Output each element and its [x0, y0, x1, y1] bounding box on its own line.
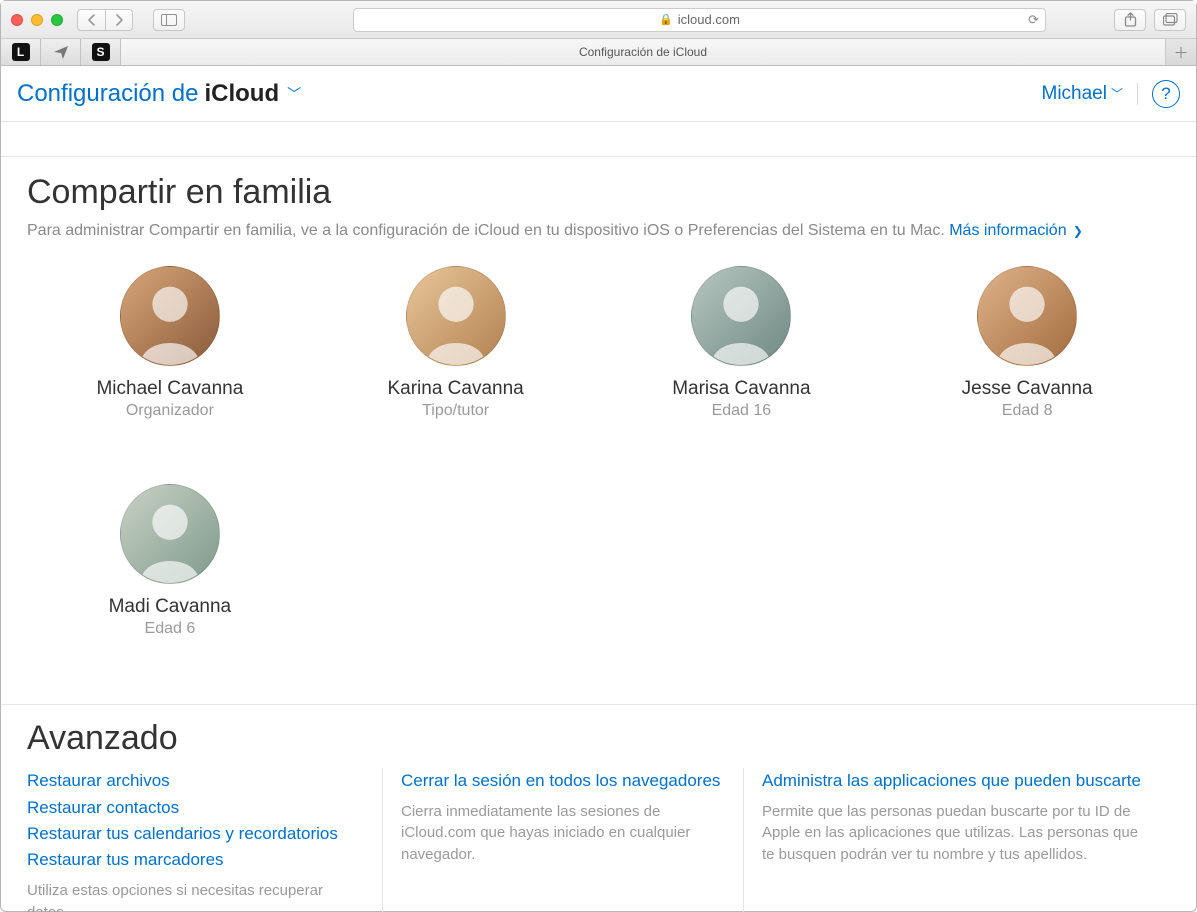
url-bar[interactable]: 🔒 icloud.com ⟳: [353, 8, 1046, 32]
pinned-tab-icon: L: [12, 43, 30, 61]
nav-arrows: [77, 9, 133, 31]
pinned-tab-icon: S: [92, 43, 110, 61]
member-name: Madi Cavanna: [109, 596, 232, 618]
chevron-down-icon: ﹀: [287, 84, 301, 104]
advanced-col-signout: Cerrar la sesión en todos los navegadore…: [383, 768, 743, 912]
member-role: Organizador: [126, 402, 214, 420]
reload-button[interactable]: ⟳: [1028, 12, 1039, 28]
window-controls: [11, 14, 63, 26]
header-spacer: [1, 122, 1196, 157]
advanced-col-lookup: Administra las applicaciones que pueden …: [744, 768, 1170, 912]
manage-lookup-apps-link[interactable]: Administra las applicaciones que pueden …: [762, 768, 1152, 794]
active-tab[interactable]: Configuración de iCloud: [121, 39, 1166, 65]
icloud-header: Configuración de iCloud ﹀ Michael ﹀ ?: [1, 66, 1196, 122]
family-member[interactable]: Jesse Cavanna Edad 8: [884, 266, 1170, 420]
content: Compartir en familia Para administrar Co…: [1, 173, 1196, 698]
divider: [1137, 83, 1138, 105]
member-name: Jesse Cavanna: [962, 378, 1093, 400]
more-info-link[interactable]: Más información ❯: [949, 222, 1083, 239]
family-subtitle-text: Para administrar Compartir en familia, v…: [27, 222, 949, 239]
share-button[interactable]: [1114, 9, 1146, 31]
family-member[interactable]: Madi Cavanna Edad 6: [27, 484, 313, 638]
chevron-right-icon: [114, 14, 124, 26]
url-host: icloud.com: [678, 12, 740, 27]
restore-calendars-link[interactable]: Restaurar tus calendarios y recordatorio…: [27, 821, 364, 847]
advanced-col-restore: Restaurar archivos Restaurar contactos R…: [27, 768, 382, 912]
user-menu-area: Michael ﹀ ?: [1042, 80, 1181, 108]
breadcrumb-prefix: Configuración de: [17, 80, 198, 108]
sidebar-icon: [161, 14, 177, 26]
family-section-subtitle: Para administrar Compartir en familia, v…: [27, 220, 1170, 242]
tabs-overview-button[interactable]: [1154, 9, 1186, 31]
tabs-icon: [1163, 13, 1178, 26]
advanced-title: Avanzado: [27, 719, 1170, 758]
breadcrumb-app: iCloud: [204, 80, 279, 108]
lookup-desc: Permite que las personas puedan buscarte…: [762, 801, 1152, 866]
member-name: Karina Cavanna: [387, 378, 523, 400]
chevron-right-icon: ❯: [1070, 224, 1083, 238]
avatar: [406, 266, 506, 366]
close-window-button[interactable]: [11, 14, 23, 26]
signout-desc: Cierra inmediatamente las sesiones de iC…: [401, 801, 725, 866]
family-member[interactable]: Michael Cavanna Organizador: [27, 266, 313, 420]
pinned-tab-2[interactable]: S: [81, 39, 121, 65]
advanced-section: Avanzado Restaurar archivos Restaurar co…: [1, 704, 1196, 912]
tab-bar: L S Configuración de iCloud ＋: [1, 39, 1196, 66]
person-icon: [121, 485, 219, 583]
member-role: Edad 8: [1002, 402, 1053, 420]
avatar: [120, 266, 220, 366]
person-icon: [978, 267, 1076, 365]
family-section-title: Compartir en familia: [27, 173, 1170, 212]
breadcrumb[interactable]: Configuración de iCloud ﹀: [17, 80, 301, 108]
user-menu[interactable]: Michael ﹀: [1042, 83, 1124, 105]
restore-contacts-link[interactable]: Restaurar contactos: [27, 795, 364, 821]
member-role: Edad 6: [145, 620, 196, 638]
family-members-grid: Michael Cavanna Organizador Karina Cavanna…: [27, 266, 1170, 698]
airplane-icon: [52, 43, 70, 61]
avatar: [977, 266, 1077, 366]
avatar: [120, 484, 220, 584]
member-role: Tipo/tutor: [422, 402, 489, 420]
restore-bookmarks-link[interactable]: Restaurar tus marcadores: [27, 847, 364, 873]
family-member[interactable]: Karina Cavanna Tipo/tutor: [313, 266, 599, 420]
lock-icon: 🔒: [659, 13, 673, 26]
sidebar-toggle-button[interactable]: [153, 9, 185, 31]
new-tab-button[interactable]: ＋: [1166, 39, 1196, 65]
minimize-window-button[interactable]: [31, 14, 43, 26]
restore-files-link[interactable]: Restaurar archivos: [27, 768, 364, 794]
person-icon: [121, 267, 219, 365]
pinned-tab-0[interactable]: L: [1, 39, 41, 65]
question-icon: ?: [1161, 84, 1170, 104]
zoom-window-button[interactable]: [51, 14, 63, 26]
user-name: Michael: [1042, 83, 1107, 105]
forward-button[interactable]: [105, 9, 133, 31]
share-icon: [1124, 12, 1137, 27]
right-chrome: [1114, 9, 1186, 31]
member-name: Michael Cavanna: [96, 378, 243, 400]
browser-titlebar: 🔒 icloud.com ⟳: [1, 1, 1196, 39]
member-name: Marisa Cavanna: [672, 378, 810, 400]
person-icon: [692, 267, 790, 365]
member-role: Edad 16: [712, 402, 772, 420]
chevron-down-icon: ﹀: [1111, 85, 1123, 102]
restore-desc: Utiliza estas opciones si necesitas recu…: [27, 880, 364, 912]
family-member[interactable]: Marisa Cavanna Edad 16: [599, 266, 885, 420]
avatar: [691, 266, 791, 366]
pinned-tab-1[interactable]: [41, 39, 81, 65]
help-button[interactable]: ?: [1152, 80, 1180, 108]
tab-title: Configuración de iCloud: [579, 45, 707, 59]
person-icon: [407, 267, 505, 365]
more-info-label: Más información: [949, 222, 1066, 239]
back-button[interactable]: [77, 9, 105, 31]
signout-all-link[interactable]: Cerrar la sesión en todos los navegadore…: [401, 768, 725, 794]
chevron-left-icon: [87, 14, 97, 26]
